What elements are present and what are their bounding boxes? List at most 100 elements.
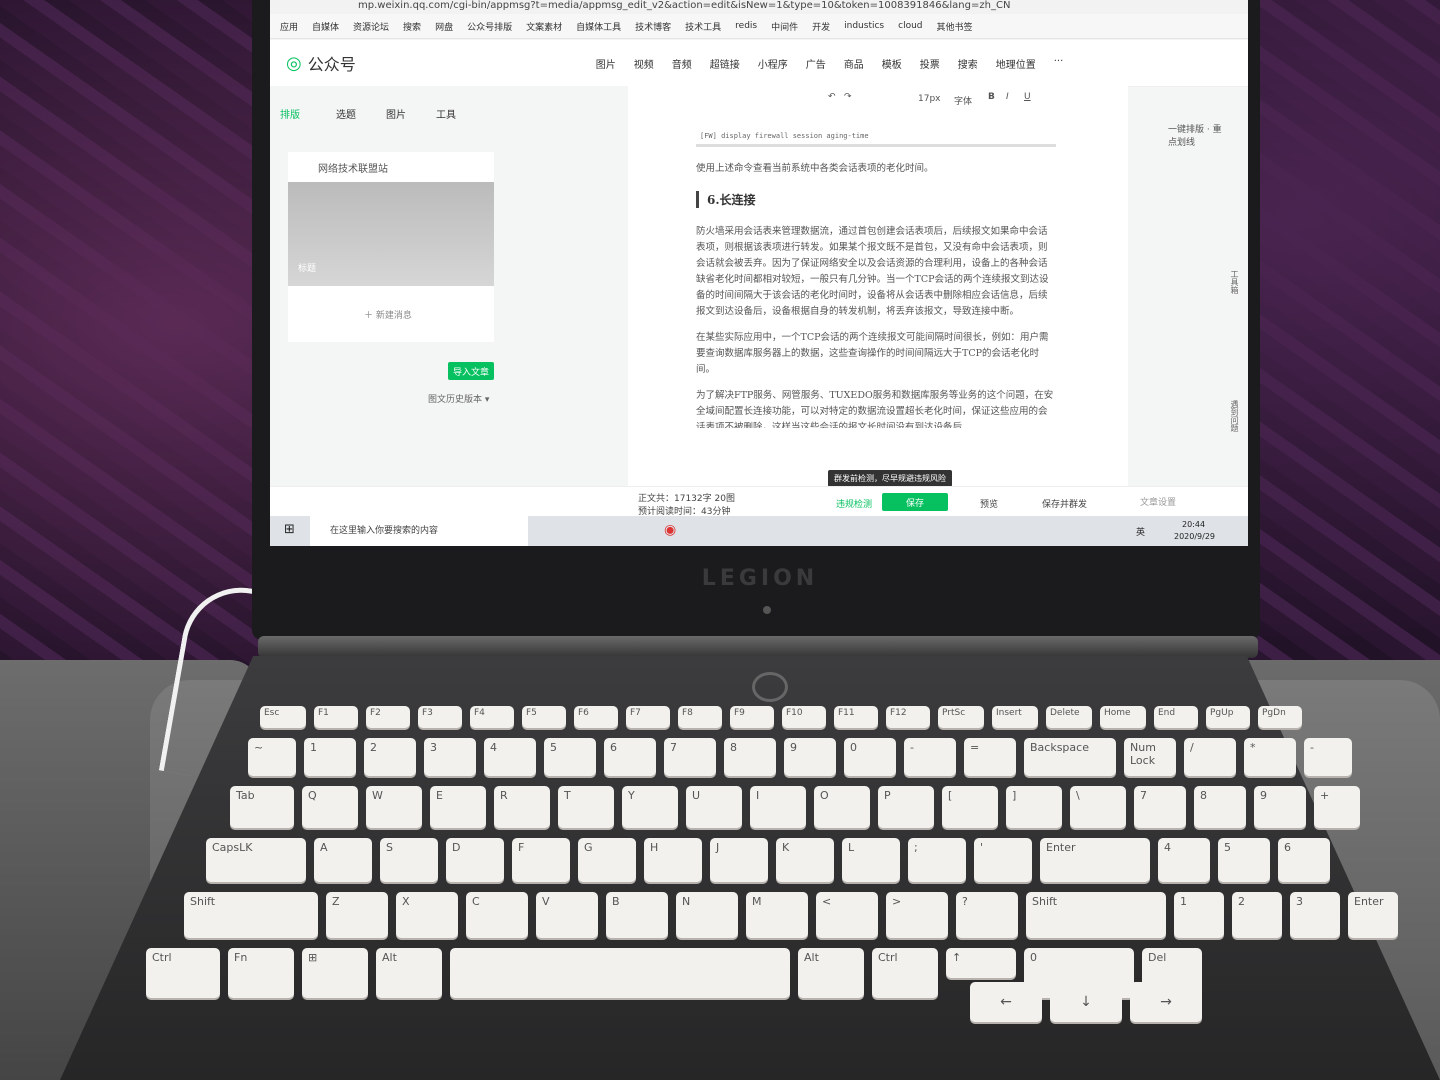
key[interactable]: H xyxy=(644,838,702,882)
key[interactable]: End xyxy=(1154,706,1198,728)
key[interactable]: F1 xyxy=(314,706,358,728)
article-card[interactable]: 网络技术联盟站 标题 ＋ 新建消息 xyxy=(288,152,494,342)
arrow-down-key[interactable]: ↓ xyxy=(1050,982,1122,1022)
key[interactable]: 2 xyxy=(1232,892,1282,938)
key[interactable]: 9 xyxy=(784,738,836,776)
underline-icon[interactable]: U xyxy=(1024,92,1031,102)
nav-item[interactable]: 超链接 xyxy=(710,56,740,71)
key[interactable]: PgDn xyxy=(1258,706,1302,728)
enter-key[interactable]: Enter xyxy=(1040,838,1150,882)
key[interactable]: 7 xyxy=(664,738,716,776)
help-button[interactable]: 遇到问题 xyxy=(1230,400,1239,432)
key[interactable]: / xyxy=(1184,738,1236,776)
arrow-up-key[interactable]: ↑ xyxy=(946,948,1016,978)
bookmark[interactable]: 资源论坛 xyxy=(353,20,389,33)
bookmark[interactable]: 自媒体工具 xyxy=(576,20,621,33)
key[interactable]: B xyxy=(606,892,668,938)
bold-icon[interactable]: B xyxy=(988,92,995,102)
key[interactable]: Delete xyxy=(1046,706,1092,728)
key[interactable]: F12 xyxy=(886,706,930,728)
key[interactable]: 9 xyxy=(1254,786,1306,828)
nav-item[interactable]: 广告 xyxy=(806,56,826,71)
arrow-left-key[interactable]: ← xyxy=(970,982,1042,1022)
key[interactable]: S xyxy=(380,838,438,882)
key[interactable]: Insert xyxy=(992,706,1038,728)
bookmark[interactable]: 技术工具 xyxy=(685,20,721,33)
nav-item[interactable]: 模板 xyxy=(882,56,902,71)
numpad-enter-key[interactable]: Enter xyxy=(1348,892,1398,938)
space-bar[interactable] xyxy=(450,948,790,998)
compliance-check-button[interactable]: 违规检测 xyxy=(836,497,872,510)
chrome-icon[interactable]: ◉ xyxy=(664,522,676,538)
alt-key[interactable]: Alt xyxy=(376,948,442,998)
key[interactable]: * xyxy=(1244,738,1296,776)
save-button[interactable]: 保存 xyxy=(882,493,948,511)
bookmark[interactable]: industics xyxy=(844,21,884,31)
key[interactable]: 4 xyxy=(1158,838,1210,882)
font-select[interactable]: 字体 xyxy=(954,94,972,107)
key[interactable]: V xyxy=(536,892,598,938)
key[interactable]: T xyxy=(558,786,614,828)
key[interactable]: 1 xyxy=(304,738,356,776)
windows-start-icon[interactable]: ⊞ xyxy=(284,522,295,537)
key[interactable]: 3 xyxy=(1290,892,1340,938)
key[interactable]: R xyxy=(494,786,550,828)
key[interactable]: F10 xyxy=(782,706,826,728)
key[interactable]: F7 xyxy=(626,706,670,728)
tab-images[interactable]: 图片 xyxy=(386,106,406,121)
key[interactable]: F3 xyxy=(418,706,462,728)
smart-layout-button[interactable]: 一键排版 · 重点划线 xyxy=(1168,122,1228,148)
windows-key[interactable]: ⊞ xyxy=(302,948,368,998)
key[interactable]: 6 xyxy=(1278,838,1330,882)
backspace-key[interactable]: Backspace xyxy=(1024,738,1116,776)
bookmark[interactable]: 技术博客 xyxy=(635,20,671,33)
tab-layout[interactable]: 排版 xyxy=(280,106,300,121)
taskbar-search-input[interactable]: 在这里输入你要搜索的内容 xyxy=(310,516,528,546)
key[interactable]: 8 xyxy=(1194,786,1246,828)
bookmark[interactable]: 开发 xyxy=(812,20,830,33)
tab-tools[interactable]: 工具 xyxy=(436,106,456,121)
input-language[interactable]: 英 xyxy=(1136,525,1145,538)
alt-key[interactable]: Alt xyxy=(798,948,864,998)
key[interactable]: F11 xyxy=(834,706,878,728)
key[interactable]: [ xyxy=(942,786,998,828)
bookmark[interactable]: 文案素材 xyxy=(526,20,562,33)
numlock-key[interactable]: Num Lock xyxy=(1124,738,1176,776)
key[interactable]: Z xyxy=(326,892,388,938)
key[interactable]: ~ xyxy=(248,738,296,776)
nav-item[interactable]: 小程序 xyxy=(758,56,788,71)
key[interactable]: C xyxy=(466,892,528,938)
key[interactable]: 0 xyxy=(844,738,896,776)
key[interactable]: 5 xyxy=(1218,838,1270,882)
ctrl-key[interactable]: Ctrl xyxy=(146,948,220,998)
key[interactable]: F6 xyxy=(574,706,618,728)
key[interactable]: O xyxy=(814,786,870,828)
key[interactable]: E xyxy=(430,786,486,828)
key[interactable]: \ xyxy=(1070,786,1126,828)
key[interactable]: = xyxy=(964,738,1016,776)
right-shift-key[interactable]: Shift xyxy=(1026,892,1166,938)
capslock-key[interactable]: CapsLK xyxy=(206,838,306,882)
nav-item[interactable]: 商品 xyxy=(844,56,864,71)
key[interactable]: F4 xyxy=(470,706,514,728)
bookmark[interactable]: 中间件 xyxy=(771,20,798,33)
key[interactable]: K xyxy=(776,838,834,882)
fn-key[interactable]: Fn xyxy=(228,948,294,998)
key[interactable]: ; xyxy=(908,838,966,882)
key[interactable]: F8 xyxy=(678,706,722,728)
key[interactable]: I xyxy=(750,786,806,828)
new-message-button[interactable]: ＋ 新建消息 xyxy=(364,308,412,321)
left-shift-key[interactable]: Shift xyxy=(184,892,318,938)
redo-icon[interactable]: ↷ xyxy=(844,92,852,102)
power-button[interactable] xyxy=(752,672,788,702)
key[interactable]: D xyxy=(446,838,504,882)
key[interactable]: Q xyxy=(302,786,358,828)
key[interactable]: F9 xyxy=(730,706,774,728)
address-bar[interactable]: mp.weixin.qq.com/cgi-bin/appmsg?t=media/… xyxy=(270,0,1248,14)
key[interactable]: L xyxy=(842,838,900,882)
key[interactable]: Home xyxy=(1100,706,1146,728)
save-and-send-button[interactable]: 保存并群发 xyxy=(1042,497,1087,510)
bookmark[interactable]: 应用 xyxy=(280,20,298,33)
key[interactable]: 7 xyxy=(1134,786,1186,828)
arrow-right-key[interactable]: → xyxy=(1130,982,1202,1022)
